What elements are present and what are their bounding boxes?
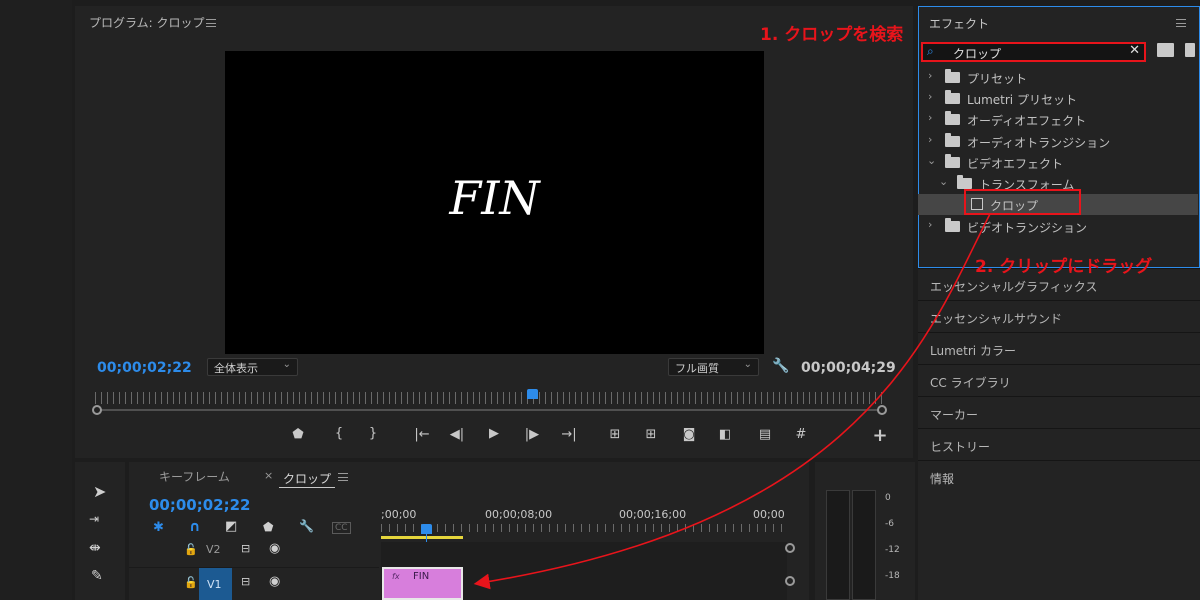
premiere-window: プログラム: クロップ FIN 00;00;02;22 全体表示 ⌄ フル画質 ⌄ … <box>0 0 1200 600</box>
drag-arrow-path <box>473 213 991 590</box>
drag-arrow <box>473 213 991 590</box>
